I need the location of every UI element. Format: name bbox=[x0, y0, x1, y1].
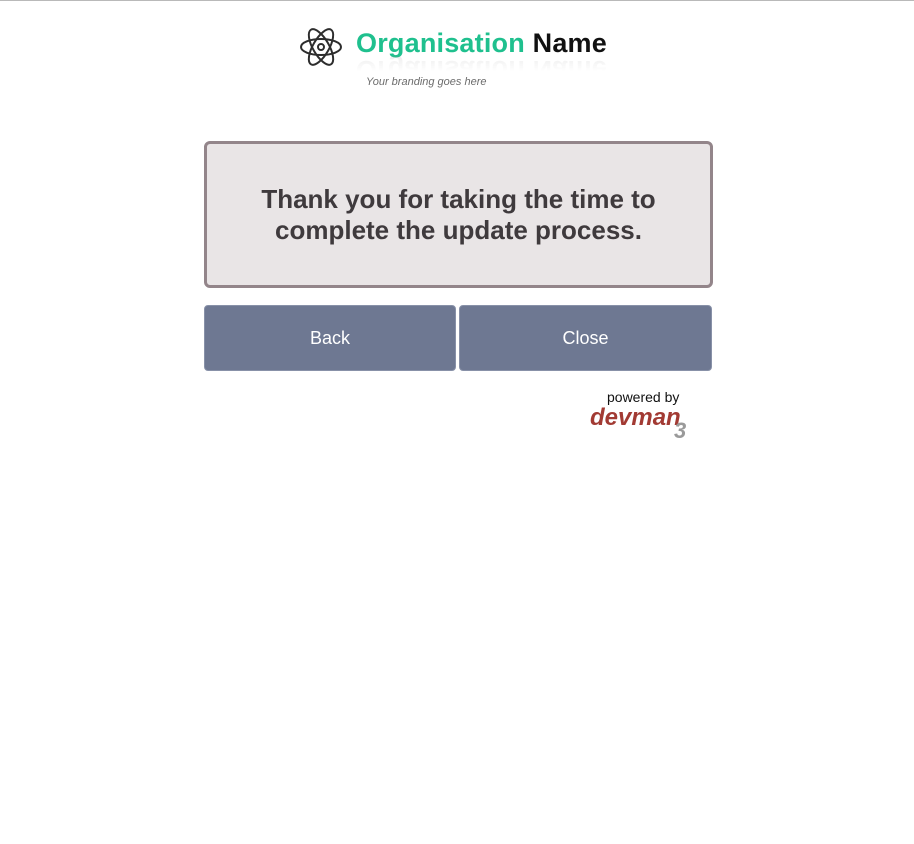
powered-by-badge: powered by devman 3 bbox=[586, 389, 706, 441]
confirmation-message-box: Thank you for taking the time to complet… bbox=[204, 141, 713, 288]
close-button[interactable]: Close bbox=[459, 305, 712, 371]
top-divider bbox=[0, 0, 914, 1]
back-button[interactable]: Back bbox=[204, 305, 456, 371]
branding-tagline: Your branding goes here bbox=[366, 76, 487, 88]
confirmation-message: Thank you for taking the time to complet… bbox=[261, 183, 656, 245]
atom-icon bbox=[298, 22, 344, 72]
devman-logo-version: 3 bbox=[674, 418, 686, 441]
organisation-logo: Organisation Name Organisation Name Your… bbox=[296, 18, 636, 98]
devman-logo: devman 3 bbox=[590, 404, 686, 441]
devman-logo-text: devman bbox=[590, 404, 681, 431]
